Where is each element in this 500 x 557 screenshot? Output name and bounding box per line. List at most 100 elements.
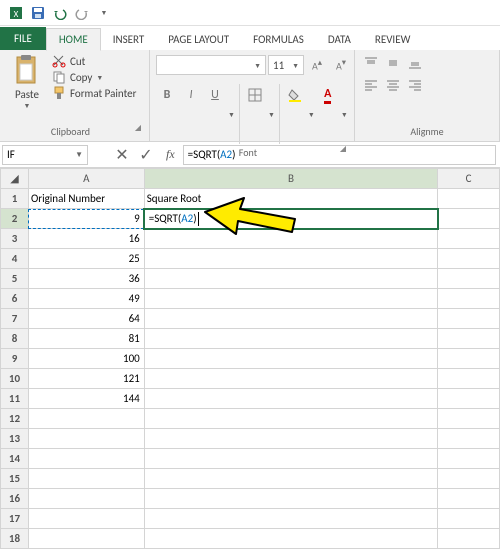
cell-C13[interactable] bbox=[438, 429, 500, 449]
cell-A1[interactable]: Original Number bbox=[28, 189, 144, 209]
cell-B17[interactable] bbox=[144, 509, 437, 529]
cell-C14[interactable] bbox=[438, 449, 500, 469]
align-center-icon[interactable] bbox=[383, 76, 403, 94]
row-header-2[interactable]: 2 bbox=[1, 209, 29, 229]
cell-B10[interactable] bbox=[144, 369, 437, 389]
row-header-14[interactable]: 14 bbox=[1, 449, 29, 469]
tab-page-layout[interactable]: PAGE LAYOUT bbox=[156, 29, 241, 50]
row-header-13[interactable]: 13 bbox=[1, 429, 29, 449]
cell-A12[interactable] bbox=[28, 409, 144, 429]
font-size-select[interactable]: 11▼ bbox=[268, 55, 304, 75]
cell-A14[interactable] bbox=[28, 449, 144, 469]
cell-B9[interactable] bbox=[144, 349, 437, 369]
align-bottom-icon[interactable] bbox=[405, 54, 425, 72]
align-right-icon[interactable] bbox=[405, 76, 425, 94]
cell-C16[interactable] bbox=[438, 489, 500, 509]
cell-B1[interactable]: Square Root bbox=[144, 189, 437, 209]
select-all-corner[interactable]: ◢ bbox=[1, 169, 29, 189]
paste-button[interactable]: Paste ▼ bbox=[6, 54, 48, 110]
row-header-8[interactable]: 8 bbox=[1, 329, 29, 349]
decrease-font-icon[interactable]: A▾ bbox=[330, 54, 352, 76]
row-header-16[interactable]: 16 bbox=[1, 489, 29, 509]
cell-C12[interactable] bbox=[438, 409, 500, 429]
fx-icon[interactable]: fx bbox=[160, 147, 181, 162]
name-box[interactable]: IF ▼ bbox=[2, 145, 88, 165]
cell-B2[interactable]: =SQRT(A2) bbox=[144, 209, 437, 229]
col-header-A[interactable]: A bbox=[28, 169, 144, 189]
qat-customize-icon[interactable]: ▼ bbox=[94, 3, 114, 23]
row-header-9[interactable]: 9 bbox=[1, 349, 29, 369]
cell-C10[interactable] bbox=[438, 369, 500, 389]
cell-C15[interactable] bbox=[438, 469, 500, 489]
cell-C7[interactable] bbox=[438, 309, 500, 329]
row-header-6[interactable]: 6 bbox=[1, 289, 29, 309]
col-header-C[interactable]: C bbox=[438, 169, 500, 189]
row-header-18[interactable]: 18 bbox=[1, 529, 29, 549]
cell-B7[interactable] bbox=[144, 309, 437, 329]
cell-B5[interactable] bbox=[144, 269, 437, 289]
cell-C4[interactable] bbox=[438, 249, 500, 269]
cell-C9[interactable] bbox=[438, 349, 500, 369]
cell-A10[interactable]: 121 bbox=[28, 369, 144, 389]
row-header-10[interactable]: 10 bbox=[1, 369, 29, 389]
cell-B16[interactable] bbox=[144, 489, 437, 509]
format-painter-button[interactable]: Format Painter bbox=[52, 86, 136, 100]
row-header-15[interactable]: 15 bbox=[1, 469, 29, 489]
cell-A17[interactable] bbox=[28, 509, 144, 529]
cell-C1[interactable] bbox=[438, 189, 500, 209]
enter-formula-icon[interactable]: ✓ bbox=[136, 145, 156, 165]
save-icon[interactable] bbox=[28, 3, 48, 23]
cell-A5[interactable]: 36 bbox=[28, 269, 144, 289]
name-box-dropdown-icon[interactable]: ▼ bbox=[75, 150, 83, 160]
cell-A4[interactable]: 25 bbox=[28, 249, 144, 269]
cell-C6[interactable] bbox=[438, 289, 500, 309]
copy-button[interactable]: Copy ▼ bbox=[52, 70, 136, 84]
cell-B6[interactable] bbox=[144, 289, 437, 309]
cancel-formula-icon[interactable]: ✕ bbox=[112, 145, 132, 165]
cell-B18[interactable] bbox=[144, 529, 437, 549]
italic-button[interactable]: I bbox=[180, 84, 202, 106]
cell-B8[interactable] bbox=[144, 329, 437, 349]
fill-color-button[interactable] bbox=[284, 84, 306, 106]
row-header-4[interactable]: 4 bbox=[1, 249, 29, 269]
cut-button[interactable]: Cut bbox=[52, 54, 136, 68]
cell-A6[interactable]: 49 bbox=[28, 289, 144, 309]
redo-icon[interactable] bbox=[72, 3, 92, 23]
cell-A18[interactable] bbox=[28, 529, 144, 549]
tab-insert[interactable]: INSERT bbox=[101, 29, 157, 50]
cell-C3[interactable] bbox=[438, 229, 500, 249]
bold-button[interactable]: B bbox=[156, 84, 178, 106]
cell-C2[interactable] bbox=[438, 209, 500, 229]
cell-B13[interactable] bbox=[144, 429, 437, 449]
cell-B3[interactable] bbox=[144, 229, 437, 249]
cell-A7[interactable]: 64 bbox=[28, 309, 144, 329]
align-middle-icon[interactable] bbox=[383, 54, 403, 72]
row-header-7[interactable]: 7 bbox=[1, 309, 29, 329]
cell-C8[interactable] bbox=[438, 329, 500, 349]
underline-button[interactable]: U bbox=[204, 84, 226, 106]
tab-review[interactable]: REVIEW bbox=[363, 29, 423, 50]
row-header-17[interactable]: 17 bbox=[1, 509, 29, 529]
cell-B11[interactable] bbox=[144, 389, 437, 409]
row-header-3[interactable]: 3 bbox=[1, 229, 29, 249]
cell-A9[interactable]: 100 bbox=[28, 349, 144, 369]
row-header-11[interactable]: 11 bbox=[1, 389, 29, 409]
row-header-1[interactable]: 1 bbox=[1, 189, 29, 209]
row-header-5[interactable]: 5 bbox=[1, 269, 29, 289]
tab-formulas[interactable]: FORMULAS bbox=[241, 29, 316, 50]
cell-A2[interactable]: 9 bbox=[28, 209, 144, 229]
cell-C5[interactable] bbox=[438, 269, 500, 289]
cell-B12[interactable] bbox=[144, 409, 437, 429]
cell-C17[interactable] bbox=[438, 509, 500, 529]
cell-A16[interactable] bbox=[28, 489, 144, 509]
cell-C18[interactable] bbox=[438, 529, 500, 549]
formula-bar[interactable]: =SQRT(A2) bbox=[183, 145, 496, 165]
cell-B14[interactable] bbox=[144, 449, 437, 469]
cell-A13[interactable] bbox=[28, 429, 144, 449]
font-color-button[interactable]: A bbox=[317, 84, 339, 106]
cell-B4[interactable] bbox=[144, 249, 437, 269]
tab-data[interactable]: DATA bbox=[316, 29, 363, 50]
align-top-icon[interactable] bbox=[361, 54, 381, 72]
cell-B15[interactable] bbox=[144, 469, 437, 489]
cell-A3[interactable]: 16 bbox=[28, 229, 144, 249]
